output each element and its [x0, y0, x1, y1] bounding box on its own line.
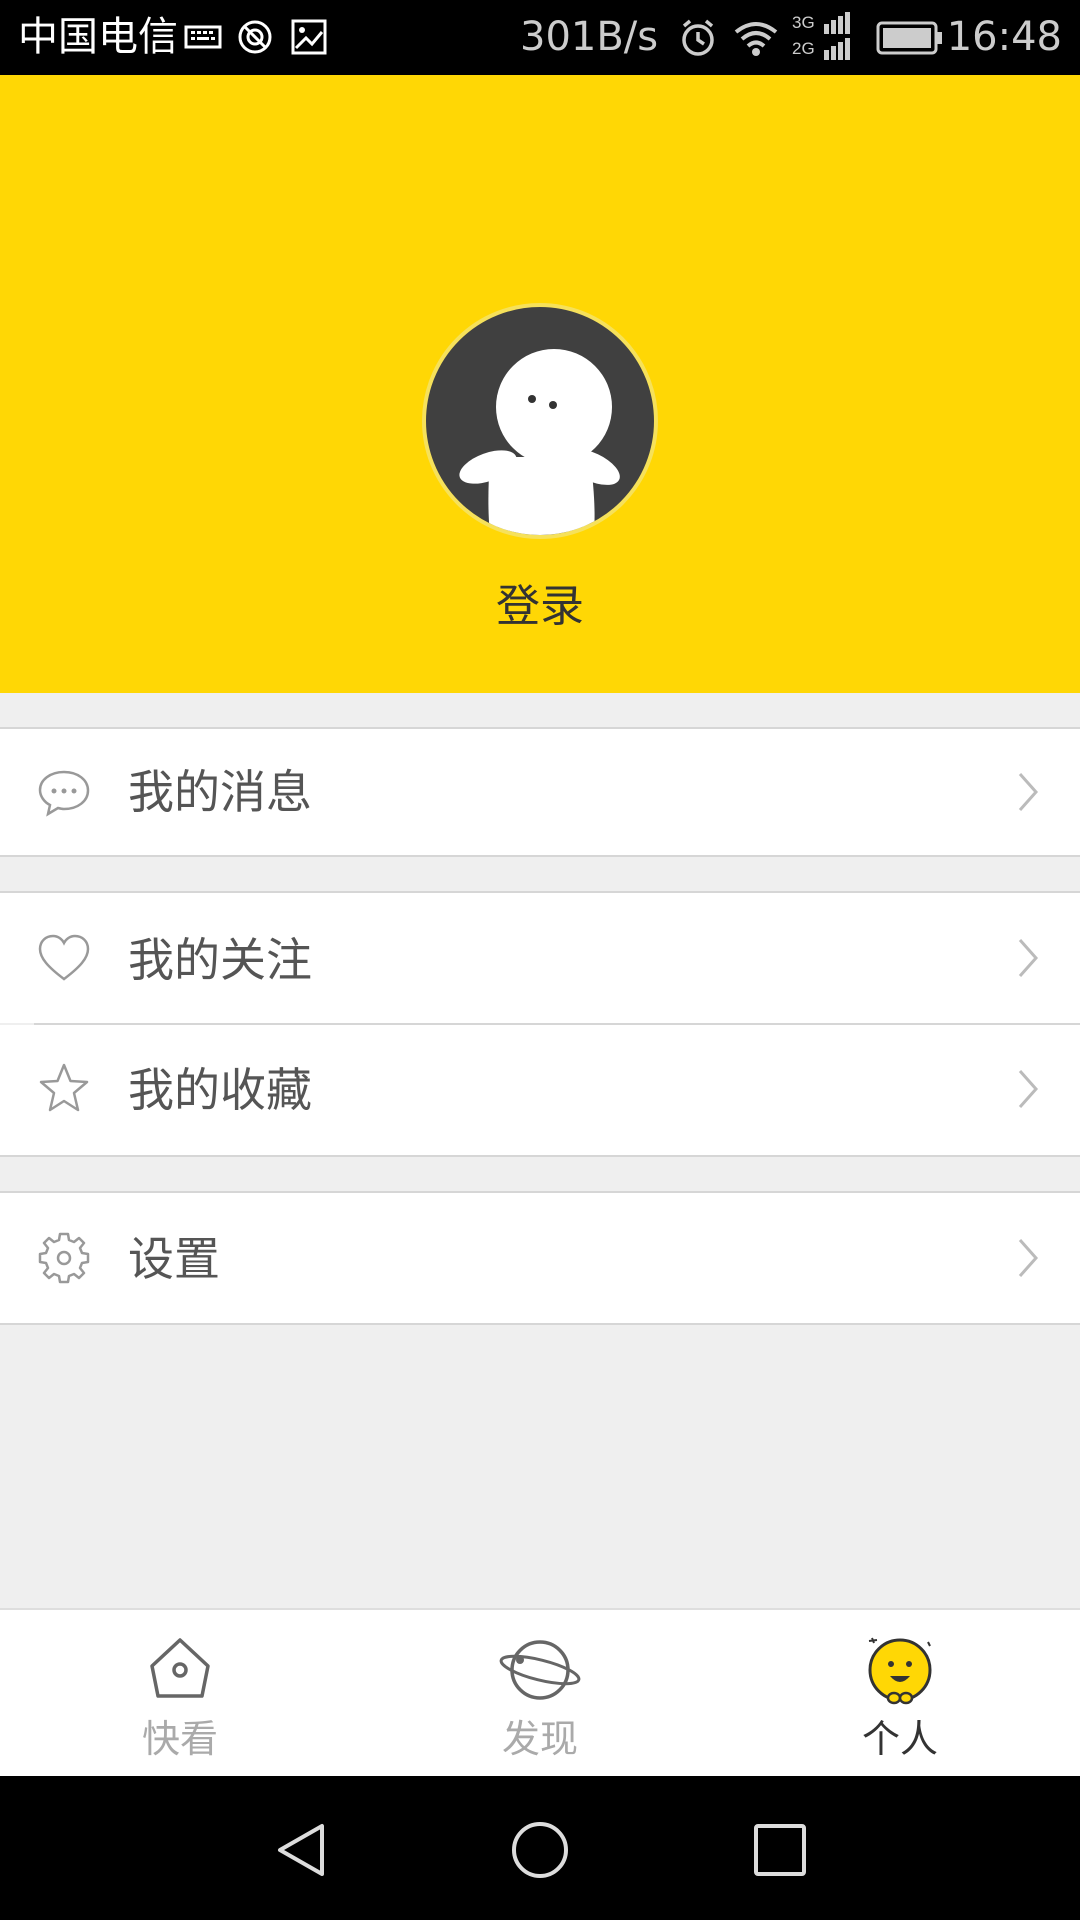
heart-icon — [36, 931, 92, 987]
wifi-icon — [732, 18, 780, 62]
menu-item-settings[interactable]: 设置 — [0, 1193, 1080, 1323]
tab-profile-label: 个人 — [861, 1717, 938, 1761]
menu-item-settings-label: 设置 — [128, 1232, 220, 1286]
carrier-label: 中国电信 — [18, 14, 178, 60]
chevron-right-icon — [1016, 1067, 1040, 1111]
network-type-3g: 3G — [792, 13, 815, 32]
system-nav-bar — [0, 1776, 1080, 1920]
menu-item-messages[interactable]: 我的消息 — [0, 729, 1080, 855]
bottom-nav: 快看 发现 个人 — [0, 1608, 1080, 1776]
tab-discover-label: 发现 — [501, 1717, 578, 1761]
smiley-icon — [864, 1634, 936, 1706]
tab-kuaikan-label: 快看 — [141, 1717, 218, 1761]
menu-item-following[interactable]: 我的关注 — [0, 893, 1080, 1023]
chat-bubble-icon — [36, 764, 92, 820]
recents-icon[interactable] — [750, 1820, 810, 1880]
chevron-right-icon — [1016, 770, 1040, 814]
network-type-2g: 2G — [792, 39, 815, 58]
chevron-right-icon — [1016, 936, 1040, 980]
divider — [0, 1323, 1080, 1325]
tab-kuaikan[interactable]: 快看 — [0, 1610, 360, 1778]
tab-discover[interactable]: 发现 — [360, 1610, 720, 1778]
status-bar: 中国电信 301B/s 3G 2G 16:48 — [0, 0, 1080, 75]
battery-icon — [876, 20, 944, 60]
menu-item-following-label: 我的关注 — [128, 933, 312, 987]
avatar[interactable] — [422, 303, 658, 539]
back-icon[interactable] — [270, 1820, 330, 1880]
clock: 16:48 — [946, 14, 1062, 60]
home-icon — [144, 1634, 216, 1706]
alarm-icon — [678, 18, 718, 62]
home-circle-icon[interactable] — [510, 1820, 570, 1880]
image-icon — [290, 18, 328, 60]
network-speed: 301B/s — [520, 14, 659, 60]
keyboard-icon — [184, 18, 222, 60]
chevron-right-icon — [1016, 1236, 1040, 1280]
avatar-character-icon — [459, 349, 620, 535]
gear-icon — [36, 1230, 92, 1286]
star-icon — [36, 1061, 92, 1117]
sync-icon — [236, 18, 274, 60]
tab-profile[interactable]: 个人 — [720, 1610, 1080, 1778]
menu-item-messages-label: 我的消息 — [128, 765, 312, 819]
profile-header: 登录 — [0, 75, 1080, 693]
menu-item-favorites[interactable]: 我的收藏 — [0, 1025, 1080, 1155]
menu-item-favorites-label: 我的收藏 — [128, 1063, 312, 1117]
login-button[interactable]: 登录 — [0, 577, 1080, 637]
divider — [0, 855, 1080, 857]
planet-icon — [499, 1634, 581, 1706]
divider — [0, 1155, 1080, 1157]
signal-icon: 3G 2G — [792, 10, 852, 68]
